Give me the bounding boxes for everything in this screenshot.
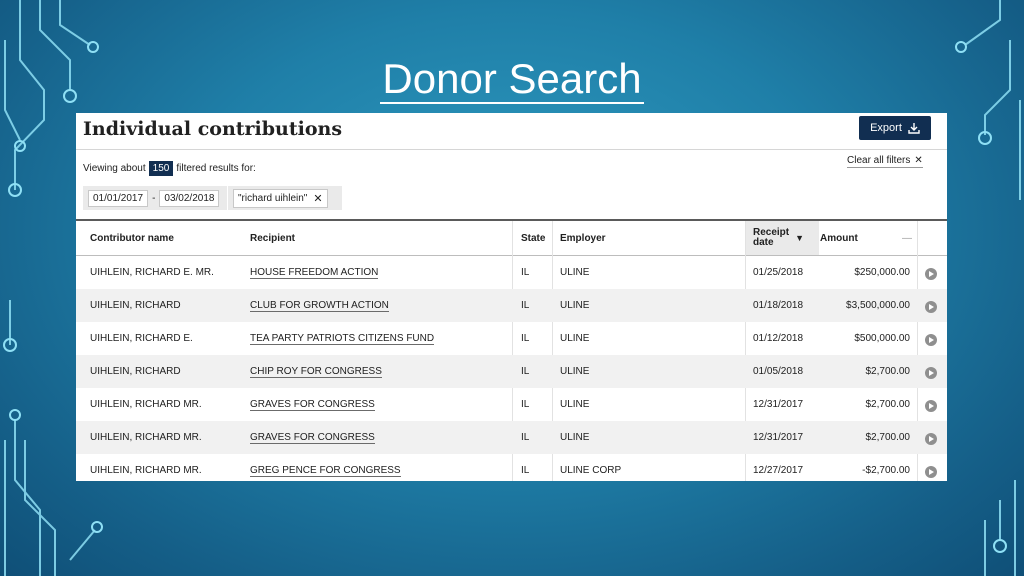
column-receipt-date-line2: date: [753, 237, 774, 248]
cell-date: 12/27/2017: [753, 465, 804, 476]
date-to-field[interactable]: 03/02/2018: [159, 189, 220, 207]
date-range-filter: 01/01/2017 - 03/02/2018: [83, 186, 227, 210]
cell-amount: $2,700.00: [865, 432, 911, 443]
cell-recipient[interactable]: CHIP ROY FOR CONGRESS: [250, 355, 382, 388]
name-filter-chip[interactable]: "richard uihlein" ✕: [233, 188, 328, 208]
column-employer[interactable]: Employer: [560, 221, 606, 255]
column-receipt-date[interactable]: Receipt date ▼: [746, 221, 819, 255]
cell-amount: $3,500,000.00: [846, 300, 910, 311]
cell-recipient[interactable]: GRAVES FOR CONGRESS: [250, 388, 375, 421]
name-filter-text: "richard uihlein": [238, 192, 308, 204]
cell-state: IL: [521, 432, 530, 443]
cell-employer: ULINE: [560, 333, 590, 344]
recipient-link[interactable]: GRAVES FOR CONGRESS: [250, 399, 375, 411]
export-button[interactable]: Export: [859, 116, 931, 140]
cell-date: 01/25/2018: [753, 267, 804, 278]
cell-amount: -$2,700.00: [862, 465, 910, 476]
cell-contributor: UIHLEIN, RICHARD E. MR.: [90, 267, 214, 278]
date-from-field[interactable]: 01/01/2017: [88, 189, 149, 207]
cell-recipient[interactable]: CLUB FOR GROWTH ACTION: [250, 289, 389, 322]
column-recipient[interactable]: Recipient: [250, 221, 295, 255]
cell-state: IL: [521, 267, 530, 278]
recipient-link[interactable]: TEA PARTY PATRIOTS CITIZENS FUND: [250, 333, 435, 345]
cell-contributor: UIHLEIN, RICHARD MR.: [90, 399, 202, 410]
cell-employer: ULINE CORP: [560, 465, 622, 476]
download-icon: [908, 123, 920, 134]
cell-recipient[interactable]: TEA PARTY PATRIOTS CITIZENS FUND: [250, 322, 435, 355]
play-circle-icon[interactable]: [925, 433, 937, 445]
clear-filters-link[interactable]: Clear all filters ✕: [847, 155, 923, 168]
close-icon: ✕: [914, 155, 923, 166]
cell-contributor: UIHLEIN, RICHARD: [90, 300, 181, 311]
cell-state: IL: [521, 465, 530, 476]
column-amount-extra: —: [902, 232, 912, 244]
table-row[interactable]: UIHLEIN, RICHARD CLUB FOR GROWTH ACTION …: [76, 289, 947, 322]
cell-date: 01/05/2018: [753, 366, 804, 377]
cell-date: 12/31/2017: [753, 432, 804, 443]
result-count-badge: 150: [148, 161, 174, 176]
export-label: Export: [870, 122, 902, 134]
results-summary: Viewing about 150 filtered results for:: [83, 161, 256, 176]
cell-contributor: UIHLEIN, RICHARD: [90, 366, 181, 377]
cell-employer: ULINE: [560, 399, 590, 410]
cell-amount: $250,000.00: [854, 267, 910, 278]
cell-amount: $2,700.00: [865, 399, 911, 410]
column-amount[interactable]: Amount: [820, 221, 858, 255]
cell-state: IL: [521, 399, 530, 410]
play-circle-icon[interactable]: [925, 466, 937, 478]
column-state[interactable]: State: [521, 221, 545, 255]
cell-date: 01/18/2018: [753, 300, 804, 311]
clear-filters-label: Clear all filters: [847, 155, 911, 166]
cell-contributor: UIHLEIN, RICHARD MR.: [90, 465, 202, 476]
cell-employer: ULINE: [560, 300, 590, 311]
recipient-link[interactable]: CLUB FOR GROWTH ACTION: [250, 300, 389, 312]
table-row[interactable]: UIHLEIN, RICHARD MR. GRAVES FOR CONGRESS…: [76, 388, 947, 421]
remove-filter-icon[interactable]: ✕: [313, 192, 322, 205]
cell-contributor: UIHLEIN, RICHARD MR.: [90, 432, 202, 443]
slide-title-text: Donor Search: [380, 55, 644, 104]
cell-state: IL: [521, 366, 530, 377]
page-title: Individual contributions: [83, 118, 343, 140]
cell-recipient[interactable]: GREG PENCE FOR CONGRESS: [250, 454, 401, 481]
play-circle-icon[interactable]: [925, 334, 937, 346]
cell-amount: $500,000.00: [854, 333, 910, 344]
play-circle-icon[interactable]: [925, 268, 937, 280]
recipient-link[interactable]: GREG PENCE FOR CONGRESS: [250, 465, 401, 477]
name-filter: "richard uihlein" ✕: [228, 186, 342, 210]
cell-contributor: UIHLEIN, RICHARD E.: [90, 333, 193, 344]
play-circle-icon[interactable]: [925, 301, 937, 313]
cell-state: IL: [521, 333, 530, 344]
table-row[interactable]: UIHLEIN, RICHARD E. TEA PARTY PATRIOTS C…: [76, 322, 947, 355]
viewing-prefix: Viewing about: [83, 163, 146, 174]
table-row[interactable]: UIHLEIN, RICHARD CHIP ROY FOR CONGRESS I…: [76, 355, 947, 388]
cell-date: 12/31/2017: [753, 399, 804, 410]
column-contributor[interactable]: Contributor name: [90, 221, 174, 255]
slide-title: Donor Search: [0, 55, 1024, 104]
recipient-link[interactable]: HOUSE FREEDOM ACTION: [250, 267, 379, 279]
play-circle-icon[interactable]: [925, 400, 937, 412]
cell-amount: $2,700.00: [865, 366, 911, 377]
cell-employer: ULINE: [560, 267, 590, 278]
cell-recipient[interactable]: HOUSE FREEDOM ACTION: [250, 256, 379, 289]
cell-date: 01/12/2018: [753, 333, 804, 344]
recipient-link[interactable]: GRAVES FOR CONGRESS: [250, 432, 375, 444]
screenshot-panel: Individual contributions Export Viewing …: [76, 113, 947, 481]
date-separator: -: [152, 192, 156, 204]
table-row[interactable]: UIHLEIN, RICHARD MR. GRAVES FOR CONGRESS…: [76, 421, 947, 454]
table-row[interactable]: UIHLEIN, RICHARD MR. GREG PENCE FOR CONG…: [76, 454, 947, 481]
cell-employer: ULINE: [560, 432, 590, 443]
sort-desc-icon: ▼: [795, 233, 805, 243]
page-header: Individual contributions Export: [76, 113, 947, 150]
cell-state: IL: [521, 300, 530, 311]
cell-recipient[interactable]: GRAVES FOR CONGRESS: [250, 421, 375, 454]
recipient-link[interactable]: CHIP ROY FOR CONGRESS: [250, 366, 382, 378]
cell-employer: ULINE: [560, 366, 590, 377]
play-circle-icon[interactable]: [925, 367, 937, 379]
table-row[interactable]: UIHLEIN, RICHARD E. MR. HOUSE FREEDOM AC…: [76, 256, 947, 289]
viewing-suffix: filtered results for:: [176, 163, 256, 174]
